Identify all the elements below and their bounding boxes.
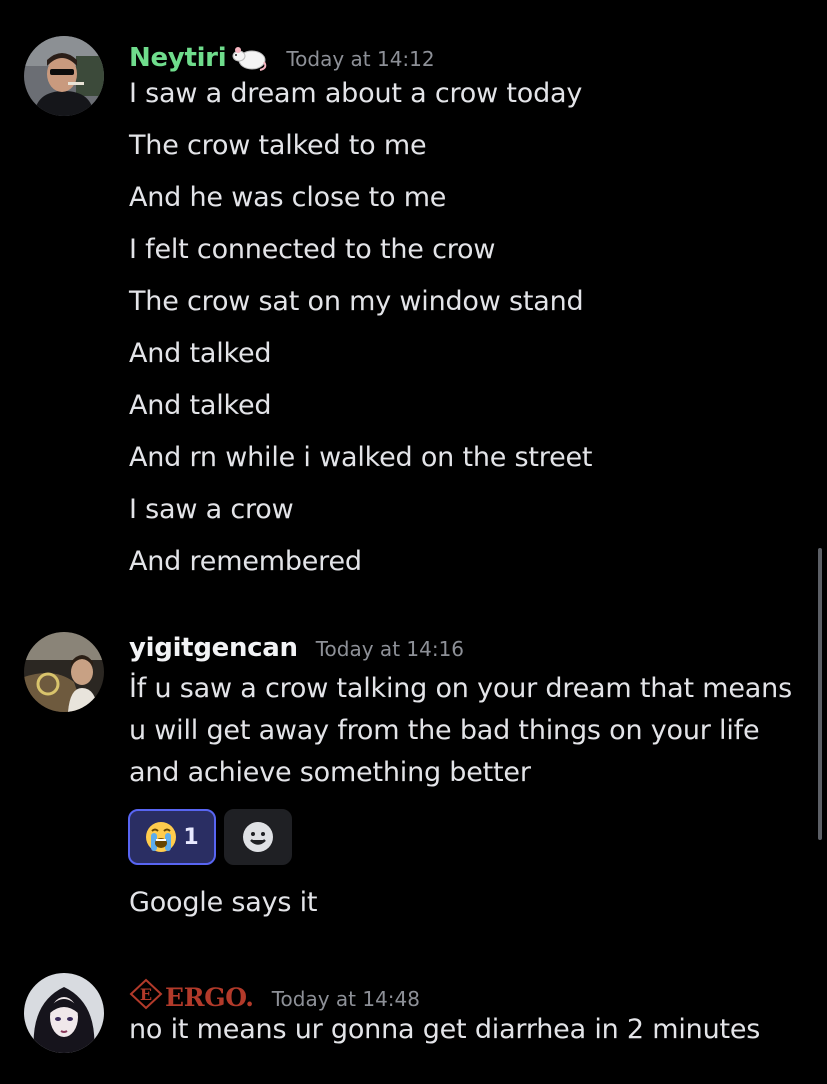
message-line: And he was close to me xyxy=(129,182,447,213)
loudly-crying-face-icon xyxy=(145,821,177,853)
avatar[interactable] xyxy=(24,632,104,712)
add-reaction-button[interactable] xyxy=(224,809,292,865)
message-group: Neytiri Today at 14:12 I saw a dream abo… xyxy=(0,0,827,600)
message-line: u will get away from the bad things on y… xyxy=(129,715,760,746)
timestamp: Today at 14:12 xyxy=(286,47,435,71)
message-line: I saw a crow xyxy=(129,494,294,525)
message-line: I saw a dream about a crow today xyxy=(129,78,583,109)
username[interactable]: Neytiri xyxy=(129,43,227,73)
message-line: and achieve something better xyxy=(129,757,531,788)
avatar[interactable] xyxy=(24,973,104,1053)
timestamp: Today at 14:48 xyxy=(271,987,420,1011)
message-line: And talked xyxy=(129,390,272,421)
message-line: The crow sat on my window stand xyxy=(129,286,584,317)
message-line: And rn while i walked on the street xyxy=(129,442,593,473)
timestamp: Today at 14:16 xyxy=(315,637,465,661)
rat-icon xyxy=(230,44,268,72)
reaction-count: 1 xyxy=(183,824,199,850)
message-line: Google says it xyxy=(129,887,318,918)
username[interactable]: ERGO. xyxy=(165,983,254,1012)
message-line: İf u saw a crow talking on your dream th… xyxy=(129,673,792,704)
avatar[interactable] xyxy=(24,36,104,116)
message-line: And remembered xyxy=(129,546,362,577)
message-group: yigitgencan Today at 14:16 İf u saw a cr… xyxy=(0,600,827,940)
message-line: no it means ur gonna get diarrhea in 2 m… xyxy=(129,1014,761,1045)
add-reaction-icon xyxy=(241,820,275,854)
message-line: The crow talked to me xyxy=(129,130,427,161)
message-line: And talked xyxy=(129,338,272,369)
message-line: I felt connected to the crow xyxy=(129,234,496,265)
svg-text:E: E xyxy=(140,985,152,1004)
username[interactable]: yigitgencan xyxy=(129,633,298,663)
scrollbar[interactable] xyxy=(818,548,822,840)
reaction-button[interactable]: 1 xyxy=(128,809,216,865)
message-group: E ERGO. Today at 14:48 no it means ur go… xyxy=(0,940,827,1084)
ergo-emblem-icon: E xyxy=(129,978,163,1010)
